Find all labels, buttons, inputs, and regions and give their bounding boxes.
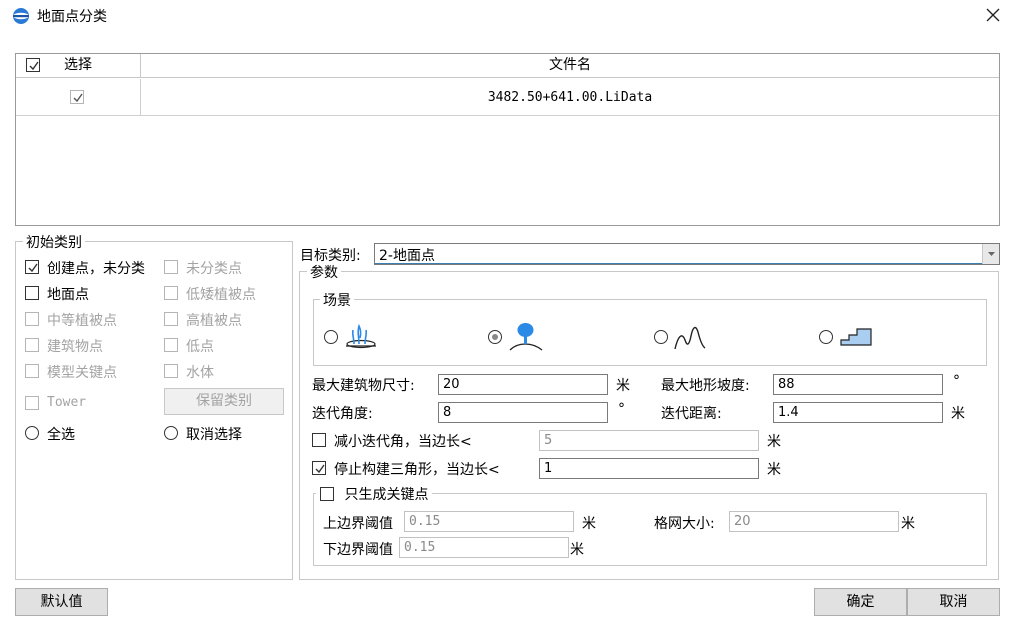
class-low-vegetation-checkbox[interactable] [164, 286, 178, 300]
window-title: 地面点分类 [37, 9, 107, 25]
reduce-angle-label: 减小迭代角，当边长< [334, 434, 472, 450]
lower-threshold-input[interactable]: 0.15 [399, 537, 569, 558]
class-high-vegetation-label: 高植被点 [186, 313, 242, 329]
class-model-keypoint-label: 模型关键点 [47, 365, 117, 381]
class-created-unclassified-checkbox[interactable] [25, 260, 39, 274]
class-water-checkbox[interactable] [164, 364, 178, 378]
iteration-angle-unit: ° [618, 401, 625, 417]
class-water-label: 水体 [186, 365, 214, 381]
class-unclassified-checkbox[interactable] [164, 260, 178, 274]
lower-threshold-unit: 米 [570, 542, 584, 558]
scene-tree-hill-radio[interactable] [488, 330, 502, 344]
class-created-unclassified-label: 创建点，未分类 [47, 261, 145, 277]
class-model-keypoint-checkbox[interactable] [25, 364, 39, 378]
target-class-value: 2-地面点 [379, 248, 435, 264]
header-filename-label: 文件名 [549, 57, 591, 73]
class-ground-checkbox[interactable] [25, 286, 39, 300]
iteration-distance-label: 迭代距离: [661, 406, 722, 422]
default-values-button[interactable]: 默认值 [15, 588, 108, 616]
class-high-vegetation-checkbox[interactable] [164, 312, 178, 326]
header-select-all-checkbox[interactable] [26, 58, 40, 72]
row-select-checkbox[interactable] [70, 90, 84, 104]
flat-ground-vegetation-icon [344, 322, 378, 354]
table-row[interactable]: 3482.50+641.00.LiData [16, 79, 999, 116]
reduce-angle-unit: 米 [767, 434, 781, 450]
combobox-focus-line [375, 263, 982, 264]
stop-triangles-checkbox[interactable] [312, 461, 326, 475]
stairs-urban-icon [839, 324, 873, 352]
max-terrain-slope-label: 最大地形坡度: [661, 378, 750, 394]
iteration-distance-unit: 米 [951, 406, 965, 422]
max-building-size-input[interactable]: 20 [438, 374, 608, 395]
target-class-combobox[interactable]: 2-地面点 [374, 243, 1000, 265]
class-low-vegetation-label: 低矮植被点 [186, 287, 256, 303]
grid-size-label: 格网大小: [654, 516, 715, 532]
cancel-button[interactable]: 取消 [907, 588, 1000, 616]
scene-mountain-radio[interactable] [654, 330, 668, 344]
iteration-angle-label: 迭代角度: [312, 406, 373, 422]
deselect-radio[interactable] [164, 426, 178, 440]
class-medium-vegetation-checkbox[interactable] [25, 312, 39, 326]
stop-triangles-input[interactable]: 1 [539, 458, 759, 479]
key-points-checkbox[interactable] [320, 487, 334, 501]
class-low-point-checkbox[interactable] [164, 338, 178, 352]
scene-legend: 场景 [320, 290, 354, 310]
app-logo-icon [10, 7, 32, 25]
class-unclassified-label: 未分类点 [186, 261, 242, 277]
row-filename: 3482.50+641.00.LiData [487, 90, 653, 105]
upper-threshold-input[interactable]: 0.15 [404, 511, 574, 532]
title-bar: 地面点分类 [0, 0, 1012, 32]
class-low-point-label: 低点 [186, 339, 214, 355]
iteration-distance-input[interactable]: 1.4 [773, 402, 943, 423]
row-select-cell [16, 79, 141, 116]
params-legend: 参数 [307, 262, 341, 282]
class-building-label: 建筑物点 [47, 339, 103, 355]
file-table: 选择 文件名 3482.50+641.00.LiData [15, 53, 1000, 226]
reduce-angle-input[interactable]: 5 [539, 430, 759, 451]
grid-size-unit: 米 [901, 516, 915, 532]
select-all-label: 全选 [47, 427, 75, 443]
key-points-label: 只生成关键点 [344, 487, 429, 503]
table-header: 选择 文件名 [16, 54, 999, 78]
lower-threshold-label: 下边界阈值 [323, 542, 393, 558]
chevron-down-icon[interactable] [982, 244, 999, 264]
stop-triangles-label: 停止构建三角形，当边长< [334, 462, 500, 478]
class-building-checkbox[interactable] [25, 338, 39, 352]
scene-flat-radio[interactable] [324, 330, 338, 344]
upper-threshold-label: 上边界阈值 [323, 516, 393, 532]
key-points-legend: 只生成关键点 [316, 484, 433, 504]
scene-stairs-radio[interactable] [819, 330, 833, 344]
class-tower-label: Tower [47, 395, 87, 410]
max-building-size-label: 最大建筑物尺寸: [312, 378, 415, 394]
upper-threshold-unit: 米 [582, 516, 596, 532]
class-medium-vegetation-label: 中等植被点 [47, 313, 117, 329]
scene-group [313, 299, 987, 366]
close-icon[interactable] [982, 4, 1004, 26]
class-ground-label: 地面点 [47, 287, 89, 303]
header-select-cell: 选择 [16, 54, 141, 78]
mountain-terrain-icon [674, 322, 710, 354]
header-select-label: 选择 [64, 57, 92, 73]
reduce-angle-checkbox[interactable] [312, 433, 326, 447]
initial-classes-legend: 初始类别 [23, 232, 85, 252]
reserved-classes-button[interactable]: 保留类别 [164, 388, 284, 415]
class-tower-checkbox[interactable] [25, 396, 39, 410]
iteration-angle-input[interactable]: 8 [438, 402, 608, 423]
select-all-radio[interactable] [25, 426, 39, 440]
ok-button[interactable]: 确定 [814, 588, 907, 616]
grid-size-input[interactable]: 20 [729, 511, 899, 532]
deselect-label: 取消选择 [186, 427, 242, 443]
max-building-size-unit: 米 [616, 378, 630, 394]
stop-triangles-unit: 米 [767, 462, 781, 478]
tree-on-hill-icon [508, 320, 544, 356]
max-terrain-slope-unit: ° [953, 373, 960, 389]
max-terrain-slope-input[interactable]: 88 [773, 374, 943, 395]
